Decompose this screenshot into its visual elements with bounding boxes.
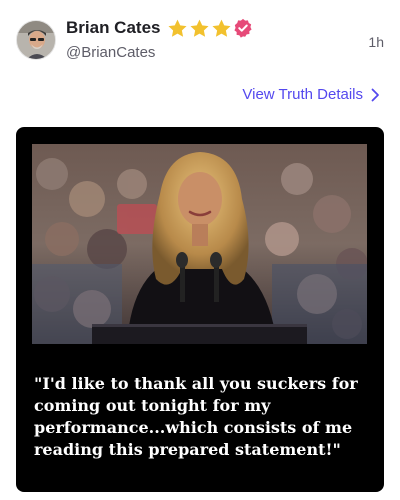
author-handle[interactable]: @BrianCates: [66, 44, 155, 61]
view-truth-details-link[interactable]: View Truth Details: [242, 86, 380, 103]
view-truth-details-label: View Truth Details: [242, 86, 363, 103]
author-badges: [167, 17, 232, 39]
star-icon: [190, 19, 209, 37]
post-timestamp[interactable]: 1h: [368, 34, 384, 50]
author-avatar[interactable]: [16, 20, 56, 60]
post-header: Brian Cates @BrianCates 1h: [0, 0, 400, 80]
verified-badge-icon: [234, 18, 252, 38]
avatar-image: [17, 21, 55, 59]
speaker-at-podium-image: [32, 144, 367, 344]
star-icon: [212, 19, 231, 37]
image-quote-text: "I'd like to thank all you suckers for c…: [34, 374, 358, 459]
star-icon: [168, 19, 187, 37]
chevron-right-icon: [371, 88, 379, 101]
post-photo[interactable]: [32, 144, 367, 344]
author-display-name[interactable]: Brian Cates: [66, 18, 160, 38]
post-media[interactable]: "I'd like to thank all you suckers for c…: [16, 127, 384, 492]
